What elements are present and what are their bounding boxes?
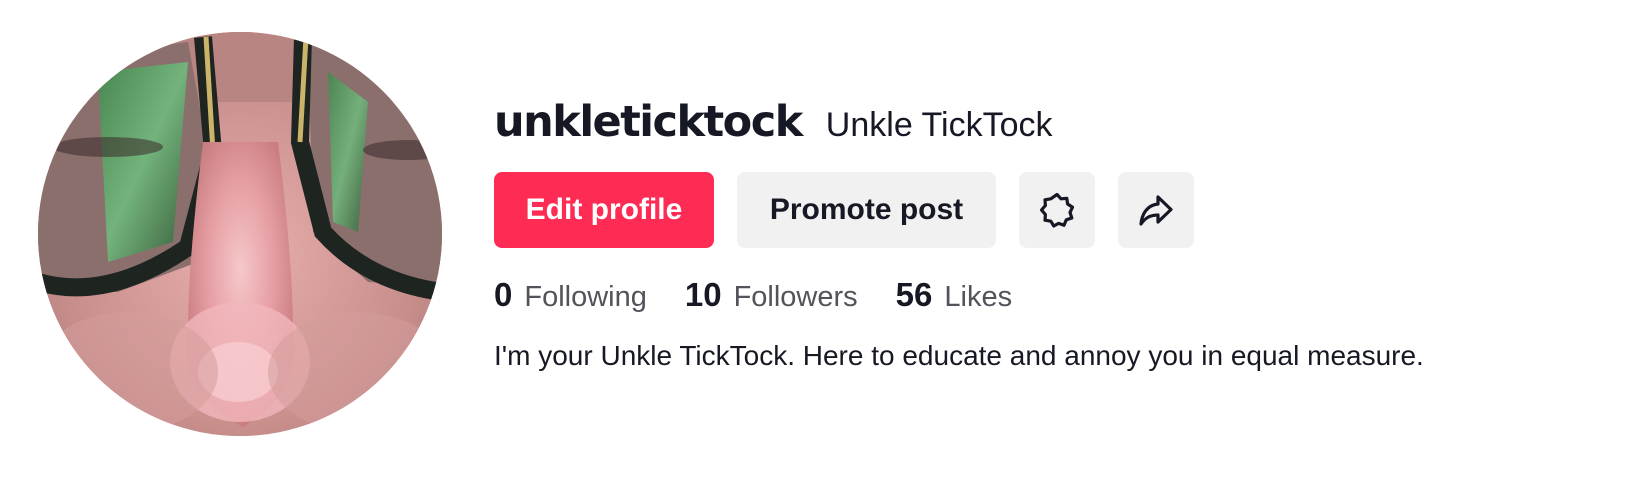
likes-count: 56 [895, 276, 933, 313]
stat-likes: 56 Likes [896, 276, 1012, 314]
profile-stats: 0 Following 10 Followers 56 Likes [494, 276, 1624, 316]
stat-followers[interactable]: 10 Followers [685, 276, 858, 314]
share-icon [1139, 195, 1173, 226]
profile-header: unkleticktock Unkle TickTock Edit profil… [0, 0, 1650, 482]
nickname: Unkle TickTock [825, 106, 1053, 144]
promote-post-button[interactable]: Promote post [737, 172, 996, 248]
settings-button[interactable] [1019, 172, 1095, 248]
following-count: 0 [494, 276, 513, 313]
profile-info: unkleticktock Unkle TickTock Edit profil… [494, 92, 1624, 372]
edit-profile-button[interactable]: Edit profile [494, 172, 714, 248]
likes-label: Likes [944, 281, 1013, 313]
avatar-photo [38, 32, 442, 436]
action-buttons: Edit profile Promote post [494, 172, 1624, 248]
username: unkleticktock [494, 97, 803, 147]
followers-label: Followers [733, 281, 858, 313]
share-profile-button[interactable] [1118, 172, 1194, 248]
stat-following[interactable]: 0 Following [494, 276, 647, 314]
followers-count: 10 [684, 276, 722, 313]
gear-icon [1039, 192, 1075, 228]
profile-bio: I'm your Unkle TickTock. Here to educate… [494, 340, 1424, 371]
following-label: Following [524, 281, 647, 313]
title-row: unkleticktock Unkle TickTock [494, 92, 1624, 152]
avatar[interactable] [38, 32, 442, 436]
